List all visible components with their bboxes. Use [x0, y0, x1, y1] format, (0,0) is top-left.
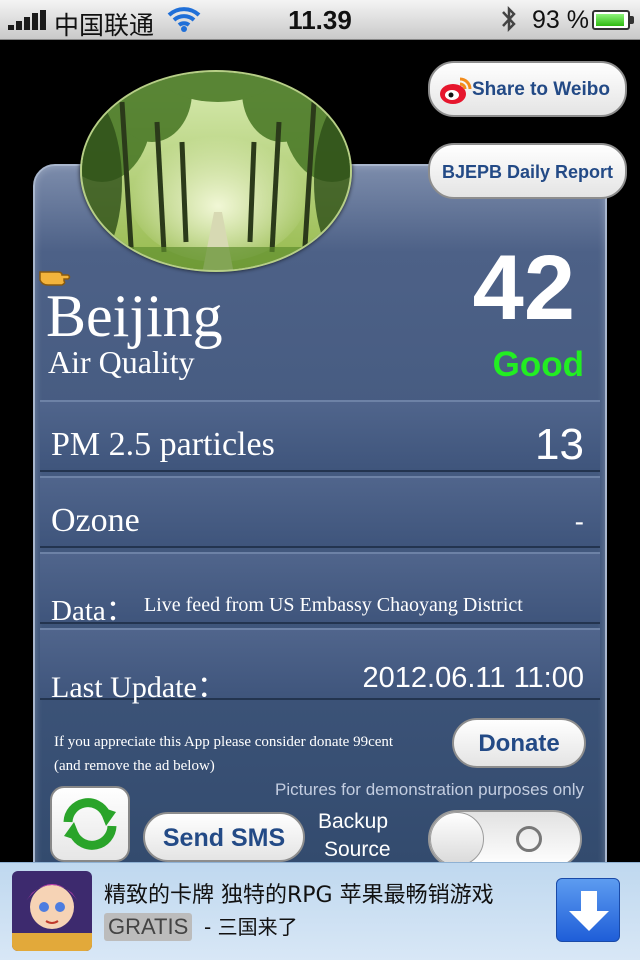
bluetooth-icon: [502, 5, 516, 33]
data-source-value: Live feed from US Embassy Chaoyang Distr…: [144, 594, 523, 616]
ad-download-button[interactable]: [556, 878, 620, 942]
send-sms-button[interactable]: Send SMS: [143, 812, 305, 862]
ozone-value: -: [574, 506, 584, 537]
donate-button[interactable]: Donate: [452, 718, 586, 768]
daily-report-label: BJEPB Daily Report: [441, 162, 614, 182]
ad-title: 精致的卡牌 独特的RPG 苹果最畅销游戏: [104, 883, 494, 908]
forest-photo: [80, 70, 352, 272]
last-update-label: Last Update：: [51, 671, 227, 704]
refresh-icon: [63, 798, 117, 850]
toggle-off-indicator-icon: [516, 826, 542, 852]
ad-price-tag: GRATIS: [104, 913, 193, 941]
status-bar: 中国联通 11.39 93 %: [0, 0, 640, 40]
refresh-button[interactable]: [50, 786, 130, 862]
download-arrow-icon: [569, 891, 609, 931]
pm25-value: 13: [535, 420, 584, 469]
air-quality-label: Air Quality: [48, 344, 195, 380]
last-update-row: Last Update： 2012.06.11 11:00: [40, 628, 600, 704]
battery-icon: [592, 10, 634, 30]
ad-game-thumbnail: [12, 871, 92, 951]
weibo-icon: [440, 77, 472, 104]
share-weibo-label: Share to Weibo: [472, 79, 610, 100]
backup-source-label-line1: Backup: [318, 810, 389, 833]
ad-banner[interactable]: 精致的卡牌 独特的RPG 苹果最畅销游戏 GRATIS - 三国来了: [0, 862, 640, 960]
ozone-label: Ozone: [51, 502, 140, 539]
donate-text-line1: If you appreciate this App please consid…: [54, 734, 394, 750]
city-name: Beijing: [46, 283, 223, 349]
backup-source-label-line2: Source: [324, 838, 391, 861]
toggle-knob: [430, 812, 484, 866]
daily-report-button[interactable]: BJEPB Daily Report: [428, 143, 627, 199]
aqi-status: Good: [492, 345, 584, 384]
donate-label: Donate: [478, 730, 560, 757]
data-source-row: Data： Live feed from US Embassy Chaoyang…: [40, 552, 600, 627]
battery-fill: [596, 14, 624, 26]
backup-source-toggle[interactable]: [428, 810, 582, 868]
battery-percent: 93 %: [532, 6, 589, 34]
last-update-value: 2012.06.11 11:00: [362, 662, 584, 694]
pm25-label: PM 2.5 particles: [51, 426, 275, 463]
data-source-label: Data：: [51, 595, 135, 627]
demo-note: Pictures for demonstration purposes only: [275, 780, 584, 799]
share-weibo-button[interactable]: Share to Weibo: [428, 61, 627, 117]
pm25-row: PM 2.5 particles 13: [40, 400, 600, 472]
ad-subtitle: - 三国来了: [204, 915, 298, 939]
ozone-row: Ozone -: [40, 476, 600, 548]
donate-text-line2: (and remove the ad below): [54, 758, 215, 774]
send-sms-label: Send SMS: [162, 824, 286, 852]
aqi-value: 42: [472, 237, 575, 339]
